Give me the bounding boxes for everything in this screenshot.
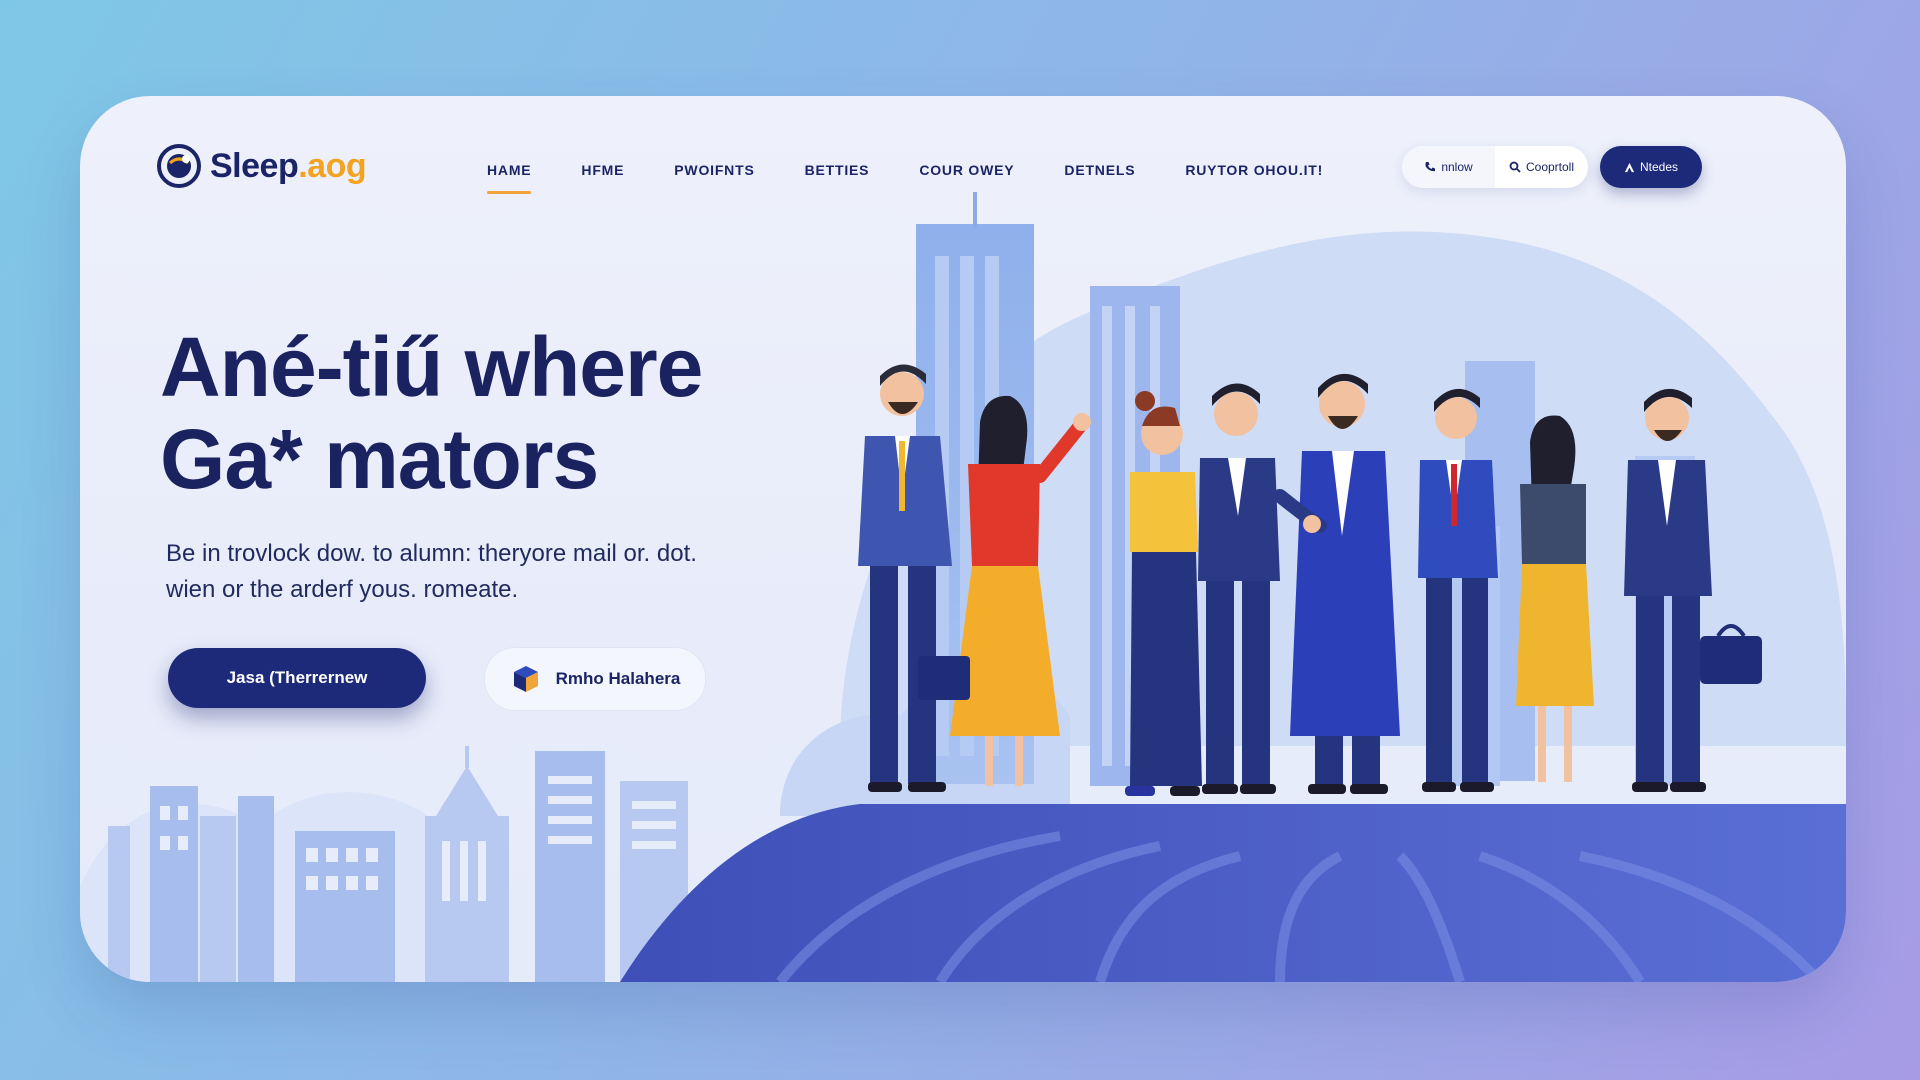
- cube-icon: [513, 666, 538, 692]
- search-button[interactable]: Cooprtoll: [1495, 146, 1588, 188]
- brand-name: Sleep.aog: [210, 146, 367, 186]
- nav-item-hame[interactable]: HAME: [462, 158, 556, 194]
- nav-item-ruytor[interactable]: RUYTOR OHOU.IT!: [1160, 158, 1348, 194]
- header-cta-button[interactable]: Ntedes: [1600, 146, 1702, 188]
- skyline-left: [80, 746, 688, 982]
- user-icon: [1624, 162, 1635, 172]
- search-label: Cooprtoll: [1525, 160, 1575, 174]
- nav-item-cour-owey[interactable]: COUR OWEY: [894, 158, 1039, 194]
- primary-cta-button[interactable]: Jasa (Therrernew: [168, 648, 426, 708]
- brand-name-suffix: .aog: [298, 146, 367, 185]
- hero-headline-line-1: Ané-tiű where: [160, 320, 703, 414]
- nav-item-hfme[interactable]: HFME: [556, 158, 649, 194]
- phone-icon: [1425, 162, 1436, 172]
- hero-headline: Ané-tiű where Ga* mators: [160, 321, 860, 505]
- header-pill-group: nnlow Cooprtoll: [1402, 146, 1588, 188]
- nav-item-betties[interactable]: BETTIES: [780, 158, 895, 194]
- globe-logo-icon: [157, 144, 201, 188]
- nav-item-pwoifnts[interactable]: PWOIFNTS: [649, 158, 779, 194]
- main-nav: HAME HFME PWOIFNTS BETTIES COUR OWEY DET…: [462, 158, 1348, 194]
- hero-subtext-line-2: wien or the arderf yous. romeate.: [166, 576, 519, 603]
- hero-card: Sleep.aog HAME HFME PWOIFNTS BETTIES COU…: [80, 96, 1846, 982]
- brand-name-main: Sleep: [210, 146, 299, 185]
- brand-logo[interactable]: Sleep.aog: [156, 143, 367, 189]
- header-cta-label: Ntedes: [1639, 160, 1679, 174]
- hero-headline-line-2: Ga* mators: [160, 412, 599, 506]
- phone-label: nnlow: [1441, 160, 1473, 174]
- nav-item-detnels[interactable]: DETNELS: [1039, 158, 1160, 194]
- secondary-cta-button[interactable]: Rmho Halahera: [484, 647, 706, 711]
- secondary-cta-label: Rmho Halahera: [555, 669, 681, 688]
- hero-subtext-line-1: Be in trovlock dow. to alumn: theryore m…: [166, 540, 697, 567]
- phone-button[interactable]: nnlow: [1402, 146, 1495, 188]
- hero-subtext: Be in trovlock dow. to alumn: theryore m…: [166, 536, 806, 608]
- search-icon: [1509, 161, 1521, 173]
